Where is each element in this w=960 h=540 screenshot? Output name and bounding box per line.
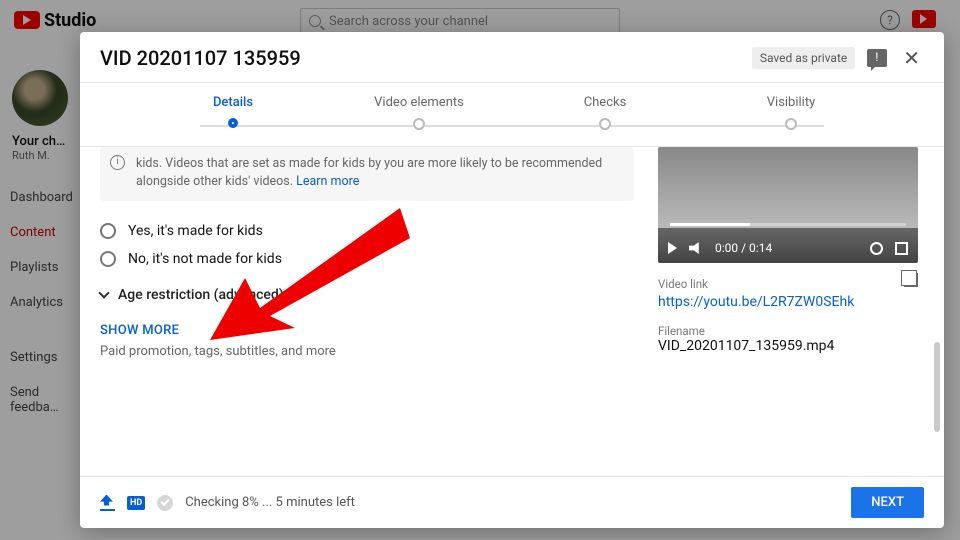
upload-status-icon [100, 495, 115, 511]
preview-panel: 0:00 / 0:14 Video link https://youtu.be/… [658, 147, 918, 476]
upload-dialog: VID 20201107 135959 Saved as private ✕ D… [80, 32, 944, 528]
dialog-body: i kids. Videos that are set as made for … [80, 147, 944, 476]
check-circle-icon [157, 495, 173, 511]
step-dot-icon [785, 118, 797, 130]
copy-icon[interactable] [904, 273, 918, 287]
video-preview[interactable]: 0:00 / 0:14 [658, 147, 918, 263]
step-dot-icon [413, 118, 425, 130]
step-details[interactable]: Details [140, 95, 326, 128]
upload-arrow-icon [100, 495, 113, 508]
age-restriction-toggle[interactable]: Age restriction (advanced) [100, 287, 634, 303]
close-icon[interactable]: ✕ [899, 46, 924, 70]
player-controls: 0:00 / 0:14 [668, 241, 908, 255]
hd-badge: HD [127, 496, 145, 510]
show-more-button[interactable]: SHOW MORE [100, 323, 634, 338]
filename-label: Filename [658, 324, 918, 338]
volume-icon[interactable] [689, 242, 703, 254]
info-icon: i [110, 155, 125, 170]
play-icon[interactable] [668, 242, 677, 254]
fullscreen-icon[interactable] [895, 242, 908, 255]
scrollbar-thumb[interactable] [934, 342, 940, 432]
dialog-title: VID 20201107 135959 [100, 46, 740, 70]
radio-made-for-kids-no[interactable]: No, it's not made for kids [100, 245, 634, 273]
radio-no-label: No, it's not made for kids [128, 251, 282, 267]
feedback-icon[interactable] [867, 49, 887, 67]
radio-made-for-kids-yes[interactable]: Yes, it's made for kids [100, 217, 634, 245]
step-elements-label: Video elements [374, 95, 464, 110]
audience-info-text: kids. Videos that are set as made for ki… [136, 156, 602, 189]
step-dot-icon [599, 118, 611, 130]
show-more-description: Paid promotion, tags, subtitles, and mor… [100, 344, 634, 359]
player-time: 0:00 / 0:14 [715, 241, 772, 255]
progress-bar[interactable] [670, 223, 906, 226]
age-restriction-label: Age restriction (advanced) [118, 287, 284, 303]
radio-yes-label: Yes, it's made for kids [128, 223, 263, 239]
step-checks-label: Checks [584, 95, 627, 110]
dialog-header: VID 20201107 135959 Saved as private ✕ [80, 32, 944, 82]
audience-info-box: i kids. Videos that are set as made for … [100, 147, 634, 201]
next-button[interactable]: NEXT [851, 487, 924, 518]
upload-stepper: Details Video elements Checks Visibility [80, 83, 944, 146]
video-link-label: Video link [658, 277, 918, 291]
radio-icon [100, 223, 116, 239]
save-status-chip: Saved as private [752, 47, 855, 69]
dialog-footer: HD Checking 8% ... 5 minutes left NEXT [80, 476, 944, 528]
details-form: i kids. Videos that are set as made for … [100, 147, 634, 476]
radio-icon [100, 251, 116, 267]
filename-value: VID_20201107_135959.mp4 [658, 338, 918, 354]
step-details-label: Details [213, 95, 253, 110]
step-dot-icon [228, 118, 238, 128]
chevron-down-icon [98, 288, 109, 299]
step-visibility-label: Visibility [767, 95, 816, 110]
stepper-line [200, 125, 824, 127]
settings-gear-icon[interactable] [870, 242, 883, 255]
processing-status: Checking 8% ... 5 minutes left [185, 495, 355, 510]
video-link[interactable]: https://youtu.be/L2R7ZW0SEhk [658, 294, 854, 310]
learn-more-link[interactable]: Learn more [296, 174, 359, 189]
